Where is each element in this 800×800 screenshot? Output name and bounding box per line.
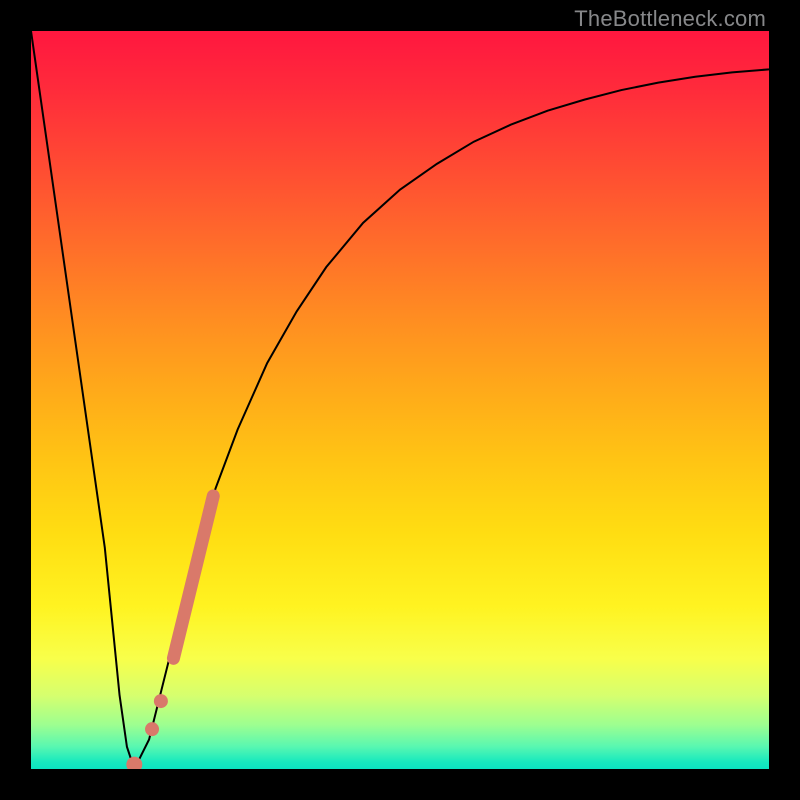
bottleneck-curve: [31, 31, 769, 769]
marker-group: [126, 496, 213, 769]
trail-dot-2: [145, 722, 159, 736]
trail-upper: [173, 496, 213, 658]
chart-svg: [31, 31, 769, 769]
chart-frame: TheBottleneck.com: [0, 0, 800, 800]
watermark-text: TheBottleneck.com: [574, 6, 766, 32]
curve-path: [31, 31, 769, 769]
trail-dot-1: [154, 694, 168, 708]
plot-area: [31, 31, 769, 769]
